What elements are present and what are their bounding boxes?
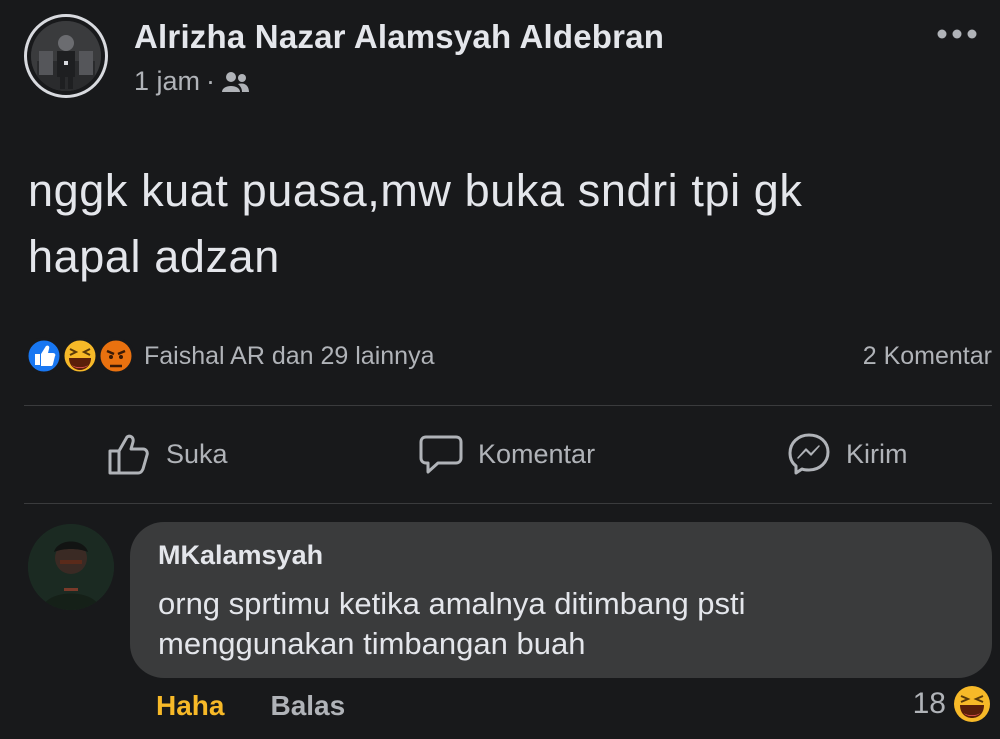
author-avatar-photo <box>31 21 101 91</box>
send-button-label: Kirim <box>846 438 908 469</box>
send-button[interactable]: Kirim <box>786 430 908 478</box>
divider-top <box>24 405 992 406</box>
reactors-summary-text[interactable]: Faishal AR dan 29 lainnya <box>144 342 434 371</box>
haha-reaction-icon <box>61 337 99 375</box>
thumbs-up-icon <box>108 434 149 475</box>
post-meta: 1 jam · <box>134 66 250 97</box>
reactions-summary: Faishal AR dan 29 lainnya 2 Komentar <box>24 336 992 376</box>
post-text: nggk kuat puasa,mw buka sndri tpi gk hap… <box>28 158 968 290</box>
like-button-label: Suka <box>166 438 228 469</box>
post-text-line-1: nggk kuat puasa,mw buka sndri tpi gk <box>28 165 803 216</box>
comment-button-label: Komentar <box>478 438 596 469</box>
more-dots-icon <box>937 29 977 39</box>
comment-haha-button[interactable]: Haha <box>156 690 224 722</box>
comment-reaction-number: 18 <box>912 687 946 720</box>
meta-separator: · <box>206 66 216 96</box>
commenter-name[interactable]: MKalamsyah <box>158 540 323 571</box>
comment-bubble-icon <box>419 435 463 474</box>
like-button[interactable]: Suka <box>106 430 228 478</box>
comment-reaction-count[interactable]: 18 <box>913 684 992 724</box>
comment-actions: Haha Balas <box>156 690 345 722</box>
like-reaction-icon <box>25 337 63 375</box>
comment-bubble: MKalamsyah orng sprtimu ketika amalnya d… <box>130 522 992 678</box>
haha-reaction-icon <box>954 686 990 722</box>
post-author-name[interactable]: Alrizha Nazar Alamsyah Aldebran <box>134 18 664 56</box>
post-header: Alrizha Nazar Alamsyah Aldebran 1 jam · <box>24 14 982 106</box>
commenter-avatar[interactable] <box>28 524 114 610</box>
facebook-post-page: Alrizha Nazar Alamsyah Aldebran 1 jam · <box>0 0 1000 739</box>
comment-text-line-2: menggunakan timbangan buah <box>158 626 586 661</box>
comment-text: orng sprtimu ketika amalnya ditimbang ps… <box>158 584 958 664</box>
angry-reaction-icon <box>97 337 135 375</box>
divider-bottom <box>24 503 992 504</box>
comment-button[interactable]: Komentar <box>418 430 595 478</box>
comment-count[interactable]: 2 Komentar <box>863 342 992 371</box>
reaction-icons-group[interactable] <box>24 336 140 376</box>
messenger-icon <box>788 433 830 475</box>
more-options-button[interactable] <box>936 20 978 48</box>
friends-icon <box>221 71 250 93</box>
post-text-line-2: hapal adzan <box>28 231 280 282</box>
comment-text-line-1: orng sprtimu ketika amalnya ditimbang ps… <box>158 586 746 621</box>
comment-reply-button[interactable]: Balas <box>270 690 345 722</box>
post-action-bar: Suka Komentar Kirim <box>24 412 992 500</box>
post-timestamp[interactable]: 1 jam <box>134 66 200 97</box>
author-avatar[interactable] <box>24 14 108 98</box>
